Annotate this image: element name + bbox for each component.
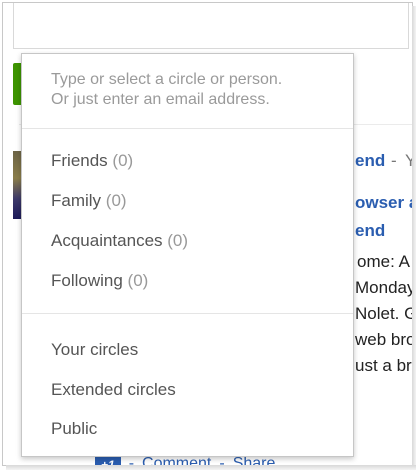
circle-count: (0) xyxy=(167,231,189,250)
post-author-link[interactable]: end xyxy=(355,151,385,171)
circle-picker-dropdown: Type or select a circle or person. Or ju… xyxy=(21,53,354,457)
circle-item-acquaintances[interactable]: Acquaintances (0) xyxy=(51,231,188,251)
circle-count: (0) xyxy=(105,191,127,210)
picker-hint-line-2: Or just enter an email address. xyxy=(51,91,270,108)
scope-label: Public xyxy=(51,419,98,438)
share-recipients-input[interactable] xyxy=(13,3,409,49)
circle-label: Family xyxy=(51,191,102,210)
circle-label: Acquaintances xyxy=(51,231,163,250)
circle-count: (0) xyxy=(127,271,149,290)
picker-hint-line-1: Type or select a circle or person. xyxy=(51,71,283,88)
picker-separator-2 xyxy=(22,313,353,314)
scope-item-extended-circles[interactable]: Extended circles xyxy=(51,380,176,400)
frame-shadow-right xyxy=(412,6,416,468)
circle-item-friends[interactable]: Friends (0) xyxy=(51,151,133,171)
post-body-line-2: Monday, xyxy=(355,278,413,297)
post-title-link-2[interactable]: end xyxy=(355,221,385,241)
scope-item-your-circles[interactable]: Your circles xyxy=(51,340,138,360)
circle-count: (0) xyxy=(112,151,134,170)
circle-item-following[interactable]: Following (0) xyxy=(51,271,148,291)
scope-label: Your circles xyxy=(51,340,139,359)
circle-item-family[interactable]: Family (0) xyxy=(51,191,127,211)
circle-label: Friends xyxy=(51,151,108,170)
circle-label: Following xyxy=(51,271,123,290)
picker-hint: Type or select a circle or person. Or ju… xyxy=(51,70,282,110)
scope-item-public[interactable]: Public xyxy=(51,419,97,439)
screenshot-frame: end - Y owser ar end ome: A Monday, Nole… xyxy=(2,2,413,466)
post-body-line-4: web brow xyxy=(355,330,412,349)
post-title-link[interactable]: owser ar xyxy=(355,193,412,213)
post-meta-separator: - xyxy=(391,151,397,170)
picker-separator xyxy=(22,128,353,129)
frame-shadow-bottom xyxy=(6,465,416,470)
post-body-line-3: Nolet. G xyxy=(355,304,413,323)
post-body-line-1: ome: A xyxy=(357,252,410,271)
scope-label: Extended circles xyxy=(51,380,176,399)
post-body-line-5: ust a bre xyxy=(355,356,412,375)
